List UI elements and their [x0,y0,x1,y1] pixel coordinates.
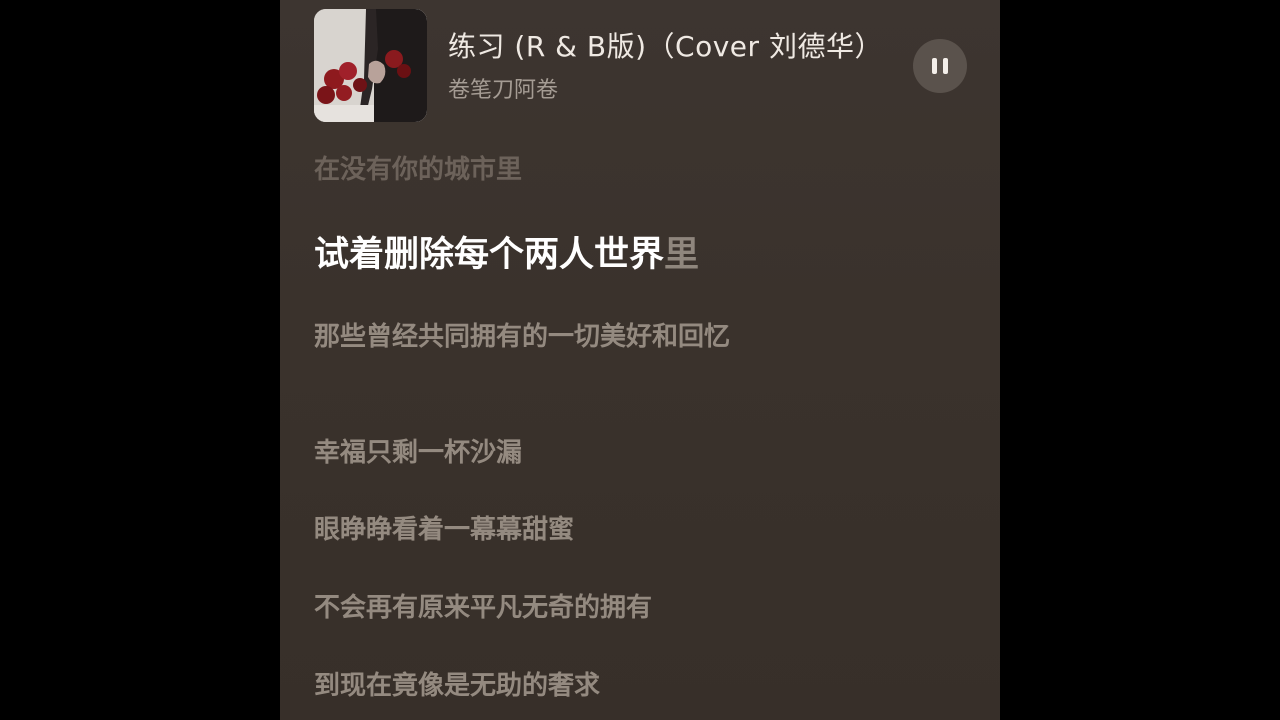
lyric-line[interactable]: 不会再有原来平凡无奇的拥有 [314,589,754,627]
lyric-line[interactable]: 幸福只剩一杯沙漏 [314,434,754,472]
song-title[interactable]: 练习 (R & B版)（Cover 刘德华） [448,28,883,66]
pause-icon [932,58,948,74]
pause-button[interactable] [913,39,967,93]
lyric-current-unsung: 里 [664,235,700,275]
lyric-line[interactable]: 那些曾经共同拥有的一切美好和回忆 [314,318,754,356]
album-art-image [314,9,427,122]
music-player-screen: 练习 (R & B版)（Cover 刘德华） 卷笔刀阿卷 在没有你的城市里 试着… [280,0,1000,720]
song-artist[interactable]: 卷笔刀阿卷 [448,76,558,106]
lyric-line-current[interactable]: 试着删除每个两人世界里 [314,233,754,277]
lyric-line[interactable]: 到现在竟像是无助的奢求 [314,667,754,705]
lyric-current-sung: 试着删除每个两人世界 [314,235,665,275]
lyric-line-previous[interactable]: 在没有你的城市里 [314,151,754,189]
album-cover[interactable] [314,9,427,122]
lyric-line[interactable]: 眼睁睁看着一幕幕甜蜜 [314,511,754,549]
